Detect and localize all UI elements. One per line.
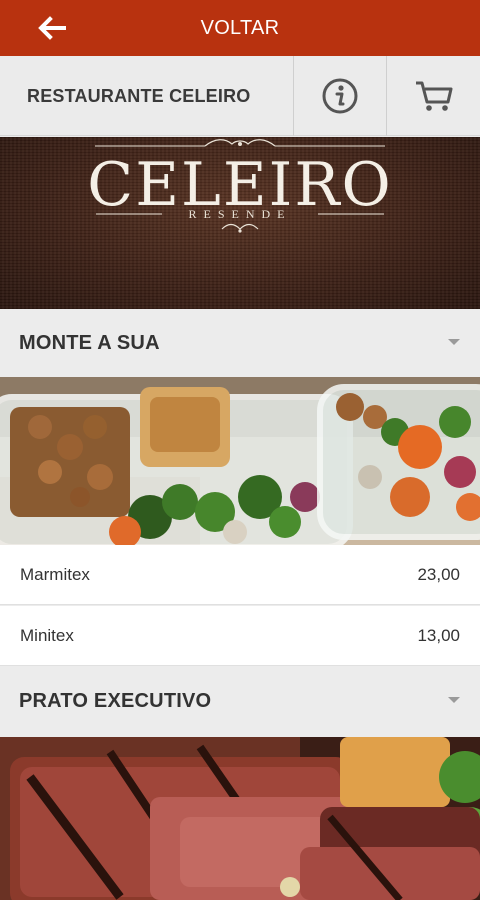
back-button[interactable] bbox=[30, 10, 74, 46]
menu-item-price: 23,00 bbox=[417, 564, 460, 584]
section-title: PRATO EXECUTIVO bbox=[19, 689, 212, 712]
arrow-left-icon bbox=[38, 16, 66, 40]
logo-subtitle: RESENDE bbox=[188, 207, 292, 221]
menu-item-row[interactable]: Marmitex 23,00 bbox=[0, 545, 480, 605]
grilled-steak-photo bbox=[0, 737, 480, 900]
menu-item-name: Minitex bbox=[20, 625, 74, 645]
section-title: MONTE A SUA bbox=[19, 331, 160, 354]
menu-item-price: 13,00 bbox=[417, 625, 460, 645]
top-bar: VOLTAR bbox=[0, 0, 480, 56]
chevron-down-icon bbox=[448, 339, 460, 345]
cart-icon bbox=[415, 81, 452, 111]
chevron-down-icon bbox=[448, 697, 460, 703]
back-label[interactable]: VOLTAR bbox=[201, 17, 280, 40]
restaurant-bar: RESTAURANTE CELEIRO bbox=[0, 56, 480, 136]
meal-prep-containers-photo bbox=[0, 377, 480, 545]
restaurant-name: RESTAURANTE CELEIRO bbox=[0, 56, 294, 136]
restaurant-banner: CELEIRO RESENDE bbox=[0, 137, 480, 309]
info-icon bbox=[322, 78, 358, 114]
cart-button[interactable] bbox=[387, 56, 480, 136]
menu-item-row[interactable]: Minitex 13,00 bbox=[0, 606, 480, 666]
meal-prep-photo bbox=[0, 377, 480, 545]
steak-photo bbox=[0, 737, 480, 900]
section-header-prato-executivo[interactable]: PRATO EXECUTIVO bbox=[0, 667, 480, 735]
menu-item-name: Marmitex bbox=[20, 564, 90, 584]
section-header-monte-a-sua[interactable]: MONTE A SUA bbox=[0, 309, 480, 377]
info-button[interactable] bbox=[294, 56, 387, 136]
